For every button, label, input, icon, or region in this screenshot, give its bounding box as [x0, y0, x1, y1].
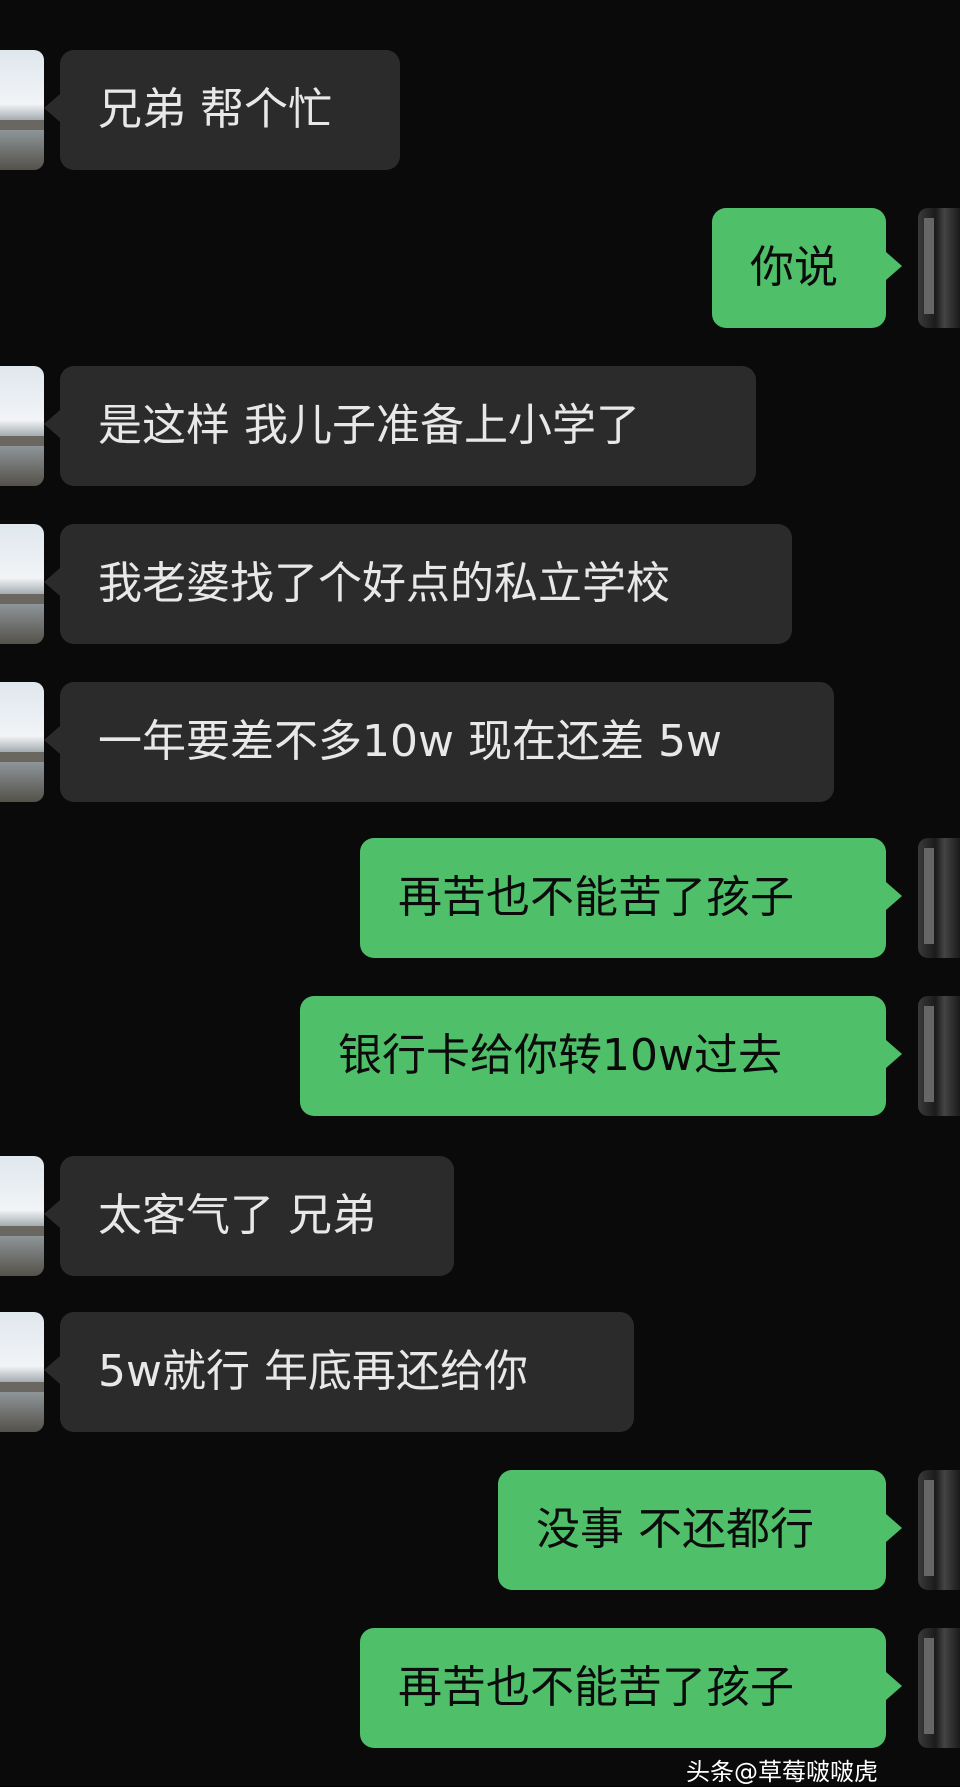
contact-avatar[interactable]	[0, 524, 44, 644]
incoming-message-bubble[interactable]: 是这样 我儿子准备上小学了	[44, 366, 756, 486]
incoming-message-bubble[interactable]: 一年要差不多10w 现在还差 5w	[44, 682, 834, 802]
message-text: 是这样 我儿子准备上小学了	[98, 400, 640, 451]
watermark: 头条@草莓啵啵虎	[686, 1758, 878, 1786]
contact-avatar[interactable]	[0, 1312, 44, 1432]
chat-view: 兄弟 帮个忙 你说 是这样 我儿子准备上小学了 我老婆找了个好点的私立学校 一年…	[0, 0, 960, 1786]
contact-avatar[interactable]	[0, 682, 44, 802]
contact-avatar[interactable]	[0, 1156, 44, 1276]
message-text: 一年要差不多10w 现在还差 5w	[98, 716, 722, 767]
message-text: 我老婆找了个好点的私立学校	[98, 558, 670, 609]
contact-avatar[interactable]	[0, 50, 44, 170]
message-text: 再苦也不能苦了孩子	[398, 1662, 794, 1713]
contact-avatar[interactable]	[0, 366, 44, 486]
outgoing-message-bubble[interactable]: 银行卡给你转10w过去	[300, 996, 902, 1116]
outgoing-message-bubble[interactable]: 没事 不还都行	[498, 1470, 902, 1590]
user-avatar[interactable]	[918, 208, 960, 328]
message-text: 你说	[750, 242, 838, 293]
user-avatar[interactable]	[918, 1470, 960, 1590]
user-avatar[interactable]	[918, 1628, 960, 1748]
message-text: 再苦也不能苦了孩子	[398, 872, 794, 923]
message-text: 太客气了 兄弟	[98, 1190, 376, 1241]
user-avatar[interactable]	[918, 838, 960, 958]
outgoing-message-bubble[interactable]: 你说	[712, 208, 902, 328]
message-text: 兄弟 帮个忙	[98, 84, 332, 135]
message-text: 5w就行 年底再还给你	[98, 1346, 528, 1397]
outgoing-message-bubble[interactable]: 再苦也不能苦了孩子	[360, 838, 902, 958]
incoming-message-bubble[interactable]: 兄弟 帮个忙	[44, 50, 400, 170]
incoming-message-bubble[interactable]: 太客气了 兄弟	[44, 1156, 454, 1276]
user-avatar[interactable]	[918, 996, 960, 1116]
message-text: 没事 不还都行	[536, 1504, 814, 1555]
message-text: 银行卡给你转10w过去	[338, 1030, 782, 1081]
incoming-message-bubble[interactable]: 我老婆找了个好点的私立学校	[44, 524, 792, 644]
incoming-message-bubble[interactable]: 5w就行 年底再还给你	[44, 1312, 634, 1432]
outgoing-message-bubble[interactable]: 再苦也不能苦了孩子	[360, 1628, 902, 1748]
